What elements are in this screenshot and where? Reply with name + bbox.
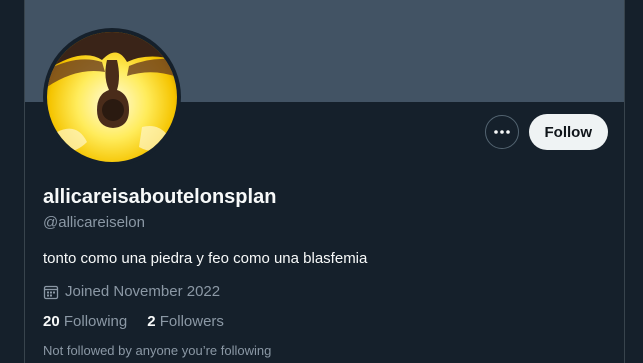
profile-stats: 20 Following 2 Followers — [43, 313, 224, 330]
joined-text: Joined November 2022 — [65, 283, 221, 300]
calendar-icon — [43, 285, 59, 299]
profile-actions: Follow — [484, 114, 608, 150]
followers-label: Followers — [159, 313, 224, 330]
profile-handle: @allicareiselon — [43, 214, 145, 231]
follow-button[interactable]: Follow — [528, 114, 608, 150]
avatar-image — [47, 32, 177, 162]
joined-date: Joined November 2022 — [43, 283, 220, 300]
profile-display-name: allicareisaboutelonsplan — [43, 186, 277, 208]
followers-count: 2 — [147, 313, 156, 330]
avatar[interactable] — [47, 32, 177, 162]
follow-context-note: Not followed by anyone you’re following — [43, 343, 272, 358]
following-count: 20 — [43, 313, 60, 330]
following-link[interactable]: 20 Following — [43, 313, 127, 330]
more-options-button[interactable] — [484, 115, 519, 149]
profile-column: Follow allicareisaboutelonsplan @allicar… — [24, 0, 625, 363]
more-dots-icon — [493, 130, 510, 134]
profile-bio: tonto como una piedra y feo como una bla… — [43, 250, 368, 267]
avatar-frame — [43, 28, 181, 166]
following-label: Following — [63, 313, 128, 330]
followers-link[interactable]: 2 Followers — [147, 313, 224, 330]
